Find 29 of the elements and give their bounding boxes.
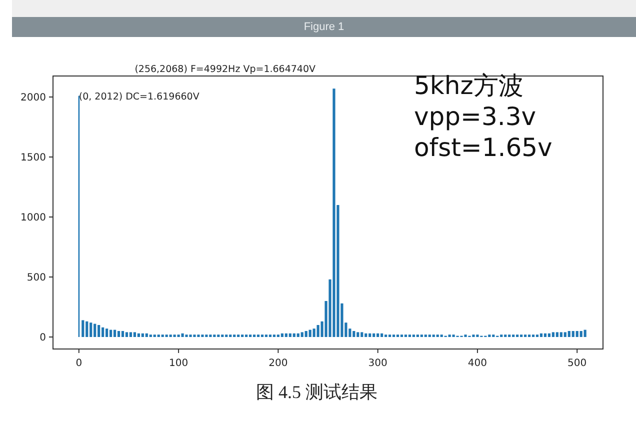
note-text: 5khz方波	[414, 70, 524, 101]
y-tick-label: 1000	[20, 212, 46, 224]
y-tick	[48, 96, 54, 98]
annotation-text: (0, 2012) DC=1.619660V	[78, 92, 200, 103]
y-tick-label: 1500	[20, 152, 46, 164]
x-tick-label: 500	[568, 358, 587, 369]
y-tick	[48, 216, 54, 218]
window-title: Figure 1	[304, 21, 344, 33]
y-tick-label: 2000	[20, 92, 46, 104]
x-tick-label: 300	[368, 358, 388, 369]
y-tick	[48, 156, 54, 158]
x-tick	[178, 348, 180, 354]
x-tick	[78, 348, 80, 354]
y-tick-label: 500	[26, 272, 46, 284]
x-tick-label: 400	[468, 358, 487, 369]
x-tick	[476, 348, 478, 354]
x-tick-label: 200	[268, 358, 288, 369]
y-tick	[48, 276, 54, 278]
y-tick	[48, 336, 54, 338]
annotation-text: (256,2068) F=4992Hz Vp=1.664740V	[134, 64, 316, 75]
x-tick	[377, 348, 378, 354]
x-tick	[576, 348, 578, 354]
note-text: vpp=3.3v	[414, 101, 538, 132]
x-tick	[278, 348, 279, 354]
note-text: ofst=1.65v	[414, 132, 552, 163]
x-tick-label: 100	[169, 358, 188, 369]
x-tick-label: 0	[76, 358, 82, 369]
y-tick-label: 0	[40, 332, 46, 344]
figure-caption: 图 4.5 测试结果	[256, 381, 378, 404]
